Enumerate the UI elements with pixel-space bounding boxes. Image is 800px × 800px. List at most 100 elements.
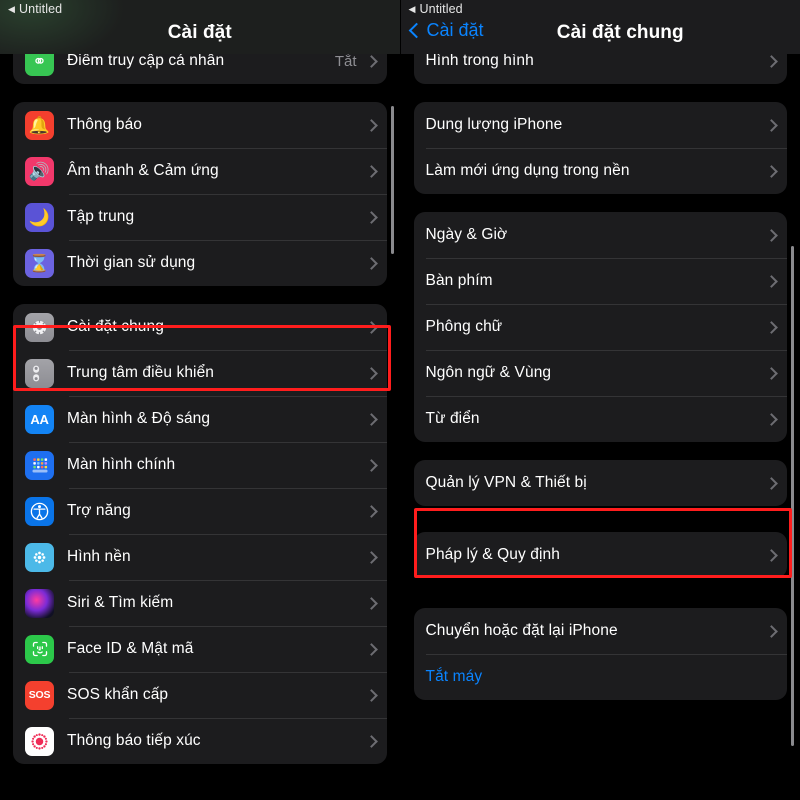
right-page-title: Cài đặt chung [556,22,684,43]
left-phone-screenshot: ⚭ Điểm truy cập cá nhân Tắt 🔔 Thông báo … [0,0,401,800]
list-item[interactable]: Hình nền [13,534,387,580]
list-item[interactable]: SOS SOS khẩn cấp [13,672,387,718]
list-item[interactable]: AA Màn hình & Độ sáng [13,396,387,442]
right-settings-scroll-area[interactable]: Hình trong hình Dung lượng iPhone Làm mớ… [401,0,800,800]
left-settings-scroll-area[interactable]: ⚭ Điểm truy cập cá nhân Tắt 🔔 Thông báo … [0,0,400,800]
list-item[interactable]: ⌛ Thời gian sử dụng [13,240,387,286]
list-item-label: Màn hình chính [67,456,176,473]
control-center-icon [25,358,54,388]
window-title-text: Untitled [19,2,63,16]
chevron-right-icon [765,548,778,562]
gear-icon [25,312,54,342]
group-notifications: 🔔 Thông báo 🔊 Âm thanh & Cảm ứng 🌙 Tập t… [13,102,387,286]
list-item[interactable]: Ngôn ngữ & Vùng [414,350,788,396]
sos-icon: SOS [25,680,54,710]
home-screen-icon [25,450,54,480]
chevron-right-icon [765,54,778,68]
hourglass-icon: ⌛ [25,248,54,278]
list-item-label: Trung tâm điều khiển [67,364,215,381]
list-item-label: Màn hình & Độ sáng [67,410,211,427]
list-item[interactable]: 🔔 Thông báo [13,102,387,148]
chevron-right-icon [765,320,778,334]
list-item-label: Quản lý VPN & Thiết bị [425,474,587,491]
chevron-right-icon [364,118,378,132]
window-title-untitled: ◀ Untitled [8,2,62,16]
list-item-label: SOS khẩn cấp [67,686,169,703]
list-item[interactable]: 🌙 Tập trung [13,194,387,240]
list-item-label: Hình trong hình [425,52,534,69]
back-triangle-icon: ◀ [8,3,16,14]
wallpaper-icon [25,542,54,572]
left-scrollbar[interactable] [390,106,394,254]
list-item-label: Phông chữ [425,318,503,335]
group-vpn: Quản lý VPN & Thiết bị [413,460,788,506]
list-item-general-settings[interactable]: Cài đặt chung [13,304,387,350]
list-item-label: Điểm truy cập cá nhân [67,52,225,69]
chevron-right-icon [364,642,378,656]
bell-icon: 🔔 [25,110,54,140]
back-triangle-icon: ◀ [408,3,416,14]
list-item-label: Thông báo tiếp xúc [67,732,201,749]
list-item[interactable]: Màn hình chính [13,442,387,488]
list-item-label: Bàn phím [425,272,493,289]
list-item-label: Pháp lý & Quy định [425,546,560,563]
chevron-right-icon [364,210,378,224]
chevron-right-icon [364,504,378,518]
list-item[interactable]: Siri & Tìm kiếm [13,580,387,626]
list-item[interactable]: Ngày & Giờ [414,212,788,258]
list-item[interactable]: Face ID & Mật mã [13,626,387,672]
chevron-right-icon [364,256,378,270]
list-item-label: Thông báo [67,116,143,133]
list-item-label: Chuyển hoặc đặt lại iPhone [425,622,618,639]
chevron-right-icon [765,228,778,242]
list-item[interactable]: Bàn phím [414,258,788,304]
list-item-vpn-device-management[interactable]: Quản lý VPN & Thiết bị [414,460,788,506]
chevron-right-icon [765,164,778,178]
dual-screenshot-container: ⚭ Điểm truy cập cá nhân Tắt 🔔 Thông báo … [0,0,800,800]
list-item-label: Tắt máy [425,668,483,685]
list-item[interactable]: Dung lượng iPhone [414,102,788,148]
list-item[interactable]: Phông chữ [414,304,788,350]
list-item-label: Tập trung [67,208,135,225]
list-item-label: Ngày & Giờ [425,226,508,243]
faceid-icon [25,634,54,664]
chevron-right-icon [364,366,378,380]
list-item-label: Làm mới ứng dụng trong nền [425,162,630,179]
group-locale: Ngày & Giờ Bàn phím Phông chữ Ngôn ngữ &… [413,212,788,442]
list-item-label: Từ điển [425,410,480,427]
list-item-label: Dung lượng iPhone [425,116,563,133]
exposure-notification-icon [25,726,54,756]
chevron-right-icon [364,688,378,702]
window-title-text: Untitled [419,2,463,16]
list-item[interactable]: Thông báo tiếp xúc [13,718,387,764]
list-item[interactable]: Trung tâm điều khiển [13,350,387,396]
chevron-right-icon [765,624,778,638]
list-item-label: Trợ năng [67,502,131,519]
chevron-right-icon [364,550,378,564]
chevron-right-icon [765,118,778,132]
moon-icon: 🌙 [25,202,54,232]
list-item-shutdown[interactable]: Tắt máy [414,654,788,700]
list-item-label: Ngôn ngữ & Vùng [425,364,552,381]
group-reset: Chuyển hoặc đặt lại iPhone Tắt máy [413,608,788,700]
chevron-right-icon [765,366,778,380]
list-item[interactable]: Từ điển [414,396,788,442]
group-legal: Pháp lý & Quy định [413,532,788,578]
list-item[interactable]: Pháp lý & Quy định [414,532,788,578]
siri-icon [25,588,54,618]
group-system: Cài đặt chung Trung tâm điều khiển AA Mà… [13,304,387,764]
display-aa-icon: AA [25,404,54,434]
left-page-title: Cài đặt [167,22,232,43]
list-item[interactable]: Trợ năng [13,488,387,534]
window-title-untitled: ◀ Untitled [409,2,463,16]
chevron-left-icon [408,22,424,39]
list-item[interactable]: 🔊 Âm thanh & Cảm ứng [13,148,387,194]
list-item[interactable]: Làm mới ứng dụng trong nền [414,148,788,194]
right-scrollbar[interactable] [791,246,794,746]
list-item-label: Thời gian sử dụng [67,254,196,271]
list-item-label: Âm thanh & Cảm ứng [67,162,219,179]
list-item[interactable]: Chuyển hoặc đặt lại iPhone [414,608,788,654]
chevron-right-icon [364,412,378,426]
speaker-icon: 🔊 [25,156,54,186]
list-item-label: Siri & Tìm kiếm [67,594,174,611]
